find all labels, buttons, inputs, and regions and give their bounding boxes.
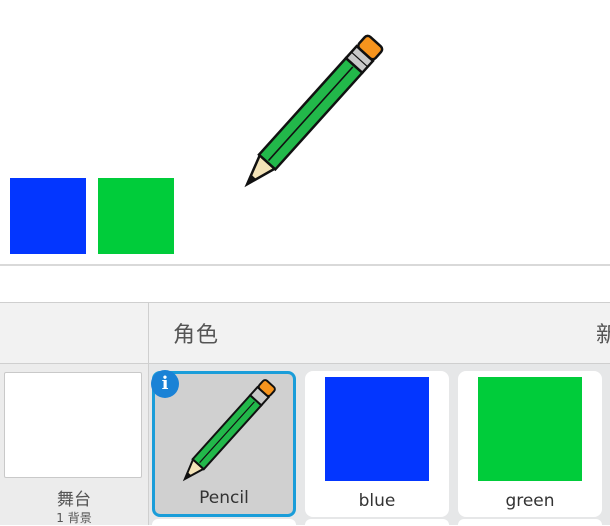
sprite-tile-partial — [458, 519, 602, 525]
new-sprite-label[interactable]: 新 — [596, 317, 610, 349]
green-sprite[interactable] — [98, 178, 174, 254]
sprite-tile-blue[interactable]: blue — [305, 371, 449, 517]
pencil-sprite[interactable] — [236, 22, 392, 198]
sprite-tile-pencil[interactable]: i Pencil — [151, 370, 296, 517]
sprite-tile-partial — [305, 519, 449, 525]
sprite-tile-label: green — [505, 491, 555, 511]
sprites-header: 角色 新 — [149, 303, 610, 364]
pencil-icon — [182, 379, 276, 482]
sprite-tile-label: blue — [358, 491, 396, 511]
backdrop-count: 1 背景 — [56, 511, 92, 525]
sprite-tile-green[interactable]: green — [458, 371, 602, 517]
info-icon[interactable]: i — [151, 370, 179, 398]
sprite-pane: 舞台 1 背景 角色 新 i Pencil blue green — [0, 302, 610, 525]
blue-sprite[interactable] — [10, 178, 86, 254]
spacer — [0, 266, 610, 302]
green-swatch — [478, 377, 582, 481]
stage-canvas[interactable] — [0, 0, 610, 264]
stage-thumbnail[interactable] — [4, 372, 142, 478]
blue-swatch — [325, 377, 429, 481]
sprites-title: 角色 — [173, 323, 220, 348]
sprite-tile-partial — [152, 519, 296, 525]
sprite-tile-label: Pencil — [199, 488, 249, 508]
stage-label: 舞台 — [57, 490, 91, 510]
stage-column-header — [0, 303, 148, 364]
stage-column: 舞台 1 背景 — [0, 303, 149, 525]
